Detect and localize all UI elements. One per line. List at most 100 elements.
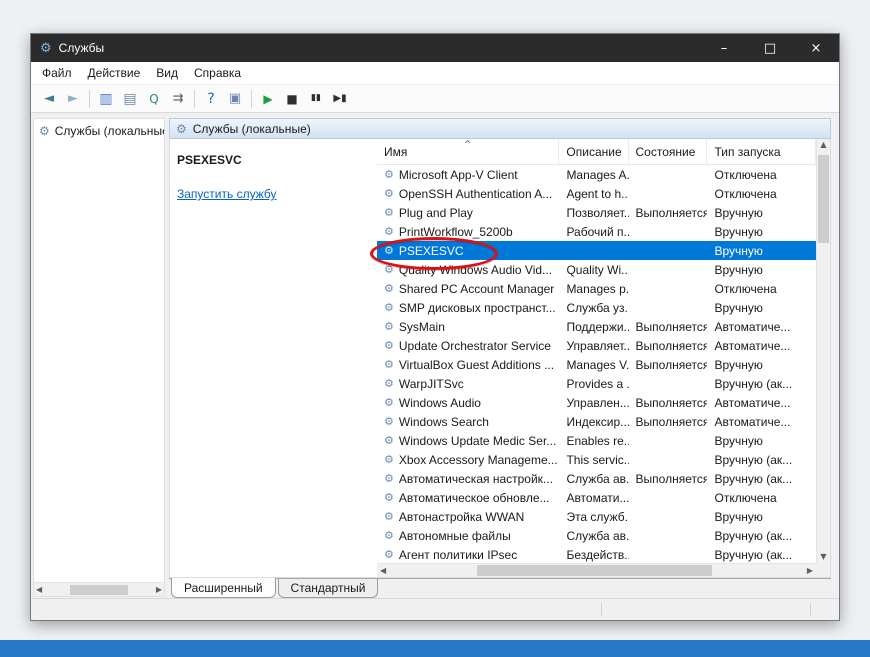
table-row[interactable]: ⚙ Shared PC Account Manager Manages p... От… [377,279,816,298]
table-row[interactable]: ⚙ PrintWorkflow_5200b Рабочий п... Вручную [377,222,816,241]
menu-item-view[interactable]: Вид [148,63,186,83]
column-header-startup-type-label: Тип запуска [714,145,781,159]
export-icon[interactable]: ⇉ [166,88,190,110]
service-startup-cell: Автоматиче... [714,319,791,334]
menu-item-file[interactable]: Файл [34,63,80,83]
table-row[interactable]: ⚙ Автоматическое обновле... Автомати... Отк… [377,488,816,507]
maximize-button[interactable]: □ [747,34,793,62]
sort-ascending-icon: ^ [463,140,472,150]
vertical-scrollbar[interactable]: ▲ ▼ [816,139,830,563]
stop-service-icon[interactable]: ■ [280,88,304,110]
scroll-right-icon[interactable]: ▶ [807,567,813,575]
minimize-button[interactable]: – [701,34,747,62]
menu-item-action[interactable]: Действие [80,63,149,83]
table-row[interactable]: ⚙ PSEXESVC Вручную [377,241,816,260]
service-name-cell: ⚙ Quality Windows Audio Vid... [377,263,559,277]
service-description-pane: PSEXESVC Запустить службу [170,139,377,577]
tab-standard[interactable]: Стандартный [277,579,379,598]
column-header-status-label: Состояние [635,145,696,159]
table-row[interactable]: ⚙ Windows Audio Управлен... Выполняется Авто… [377,393,816,412]
scroll-left-icon[interactable]: ◀ [36,585,42,594]
table-row[interactable]: ⚙ Update Orchestrator Service Управляет...… [377,336,816,355]
scroll-up-icon[interactable]: ▲ [817,141,830,149]
table-row[interactable]: ⚙ Windows Search Индексир... Выполняется Авт… [377,412,816,431]
service-gear-icon: ⚙ [384,472,394,485]
export-list-icon[interactable]: Q [142,88,166,110]
new-window-icon[interactable]: ▣ [223,88,247,110]
table-row[interactable]: ⚙ Автономные файлы Служба ав... Вручную (ак… [377,526,816,545]
service-description-cell: Служба ав... [566,528,628,543]
column-header-startup-type[interactable]: Тип запуска [707,139,816,164]
status-bar-divider [810,603,811,616]
properties-icon[interactable]: ▤ [118,88,142,110]
service-name: Microsoft App-V Client [398,167,518,182]
service-startup-cell: Вручную [714,509,763,524]
scrollbar-corner [816,563,830,577]
service-startup-cell: Вручную (ак... [714,471,793,486]
service-startup-cell: Отключена [714,490,777,505]
service-name: Windows Audio [398,395,481,410]
service-gear-icon: ⚙ [384,529,394,542]
service-name-cell: ⚙ PSEXESVC [377,244,559,258]
forward-icon[interactable]: ► [61,88,85,110]
service-startup-cell: Автоматиче... [714,414,791,429]
table-row[interactable]: ⚙ VirtualBox Guest Additions ... Manages V… [377,355,816,374]
service-name-cell: ⚙ Microsoft App-V Client [377,168,559,182]
table-row[interactable]: ⚙ Microsoft App-V Client Manages A... Отклю… [377,165,816,184]
table-row[interactable]: ⚙ Quality Windows Audio Vid... Quality Wi.… [377,260,816,279]
show-console-tree-icon[interactable]: ▥ [94,88,118,110]
table-row[interactable]: ⚙ Агент политики IPsec Бездейств... Вручную… [377,545,816,563]
tab-extended[interactable]: Расширенный [171,578,276,598]
pause-service-icon[interactable]: ▮▮ [304,88,328,110]
service-startup-cell: Вручную (ак... [714,528,793,543]
service-description-cell: Agent to h... [566,186,629,201]
table-row[interactable]: ⚙ SysMain Поддержи... Выполняется Автоматиче… [377,317,816,336]
back-icon[interactable]: ◄ [37,88,61,110]
horizontal-scrollbar-thumb[interactable] [477,565,712,576]
table-row[interactable]: ⚙ Автонастройка WWAN Эта служб... Вручную [377,507,816,526]
tree-item-services[interactable]: ⚙ Службы (локальные) [34,119,164,138]
start-service-link[interactable]: Запустить службу [177,187,276,201]
service-name: Windows Search [398,414,489,429]
panel-header-gear-icon: ⚙ [176,121,187,136]
list-header: ^ Имя Описание Состояние Тип запуска [377,139,816,165]
horizontal-scrollbar[interactable]: ◀ ▶ [377,563,816,577]
scroll-left-icon[interactable]: ◀ [380,567,386,575]
table-row[interactable]: ⚙ SMP дисковых пространст... Служба уз... В… [377,298,816,317]
service-description-cell: Индексир... [566,414,629,429]
table-row[interactable]: ⚙ OpenSSH Authentication A... Agent to h..… [377,184,816,203]
help-icon[interactable]: ? [199,88,223,110]
service-name: Quality Windows Audio Vid... [398,262,553,277]
table-row[interactable]: ⚙ Windows Update Medic Ser... Enables re..… [377,431,816,450]
tree-scrollbar-thumb[interactable] [70,584,128,595]
menu-item-help[interactable]: Справка [186,63,249,83]
service-description-cell: Позволяет... [566,205,629,220]
service-name: PSEXESVC [398,243,464,258]
start-service-icon[interactable]: ▶ [256,88,280,110]
column-header-status[interactable]: Состояние [629,139,708,164]
scroll-right-icon[interactable]: ▶ [156,585,162,594]
close-button[interactable]: × [793,34,839,62]
service-name-cell: ⚙ VirtualBox Guest Additions ... [377,358,559,372]
menu-bar: Файл Действие Вид Справка [31,62,839,85]
service-name-cell: ⚙ Xbox Accessory Manageme... [377,453,559,467]
restart-service-icon[interactable]: ▶▮ [328,88,352,110]
services-panel: ⚙ Службы (локальные) PSEXESVC Запустить … [169,118,831,598]
service-startup-cell: Вручную [714,300,763,315]
vertical-scrollbar-thumb[interactable] [818,155,829,243]
service-name: Update Orchestrator Service [398,338,551,353]
tree-horizontal-scrollbar[interactable]: ◀ ▶ [34,582,164,596]
table-row[interactable]: ⚙ Plug and Play Позволяет... Выполняется Вру… [377,203,816,222]
service-name-cell: ⚙ Автоматическая настройк... [377,472,559,486]
service-description-cell: Quality Wi... [566,262,629,277]
service-startup-cell: Вручную [714,357,763,372]
scroll-down-icon[interactable]: ▼ [817,553,830,561]
service-description-cell: Manages A... [566,167,628,182]
table-row[interactable]: ⚙ Автоматическая настройк... Служба ав... В… [377,469,816,488]
column-header-description[interactable]: Описание [559,139,629,164]
table-row[interactable]: ⚙ Xbox Accessory Manageme... This servic..… [377,450,816,469]
service-startup-cell: Вручную [714,243,763,258]
service-description-cell: Автомати... [566,490,629,505]
column-header-name[interactable]: ^ Имя [377,139,560,164]
table-row[interactable]: ⚙ WarpJITSvc Provides a ... Вручную (ак... [377,374,816,393]
